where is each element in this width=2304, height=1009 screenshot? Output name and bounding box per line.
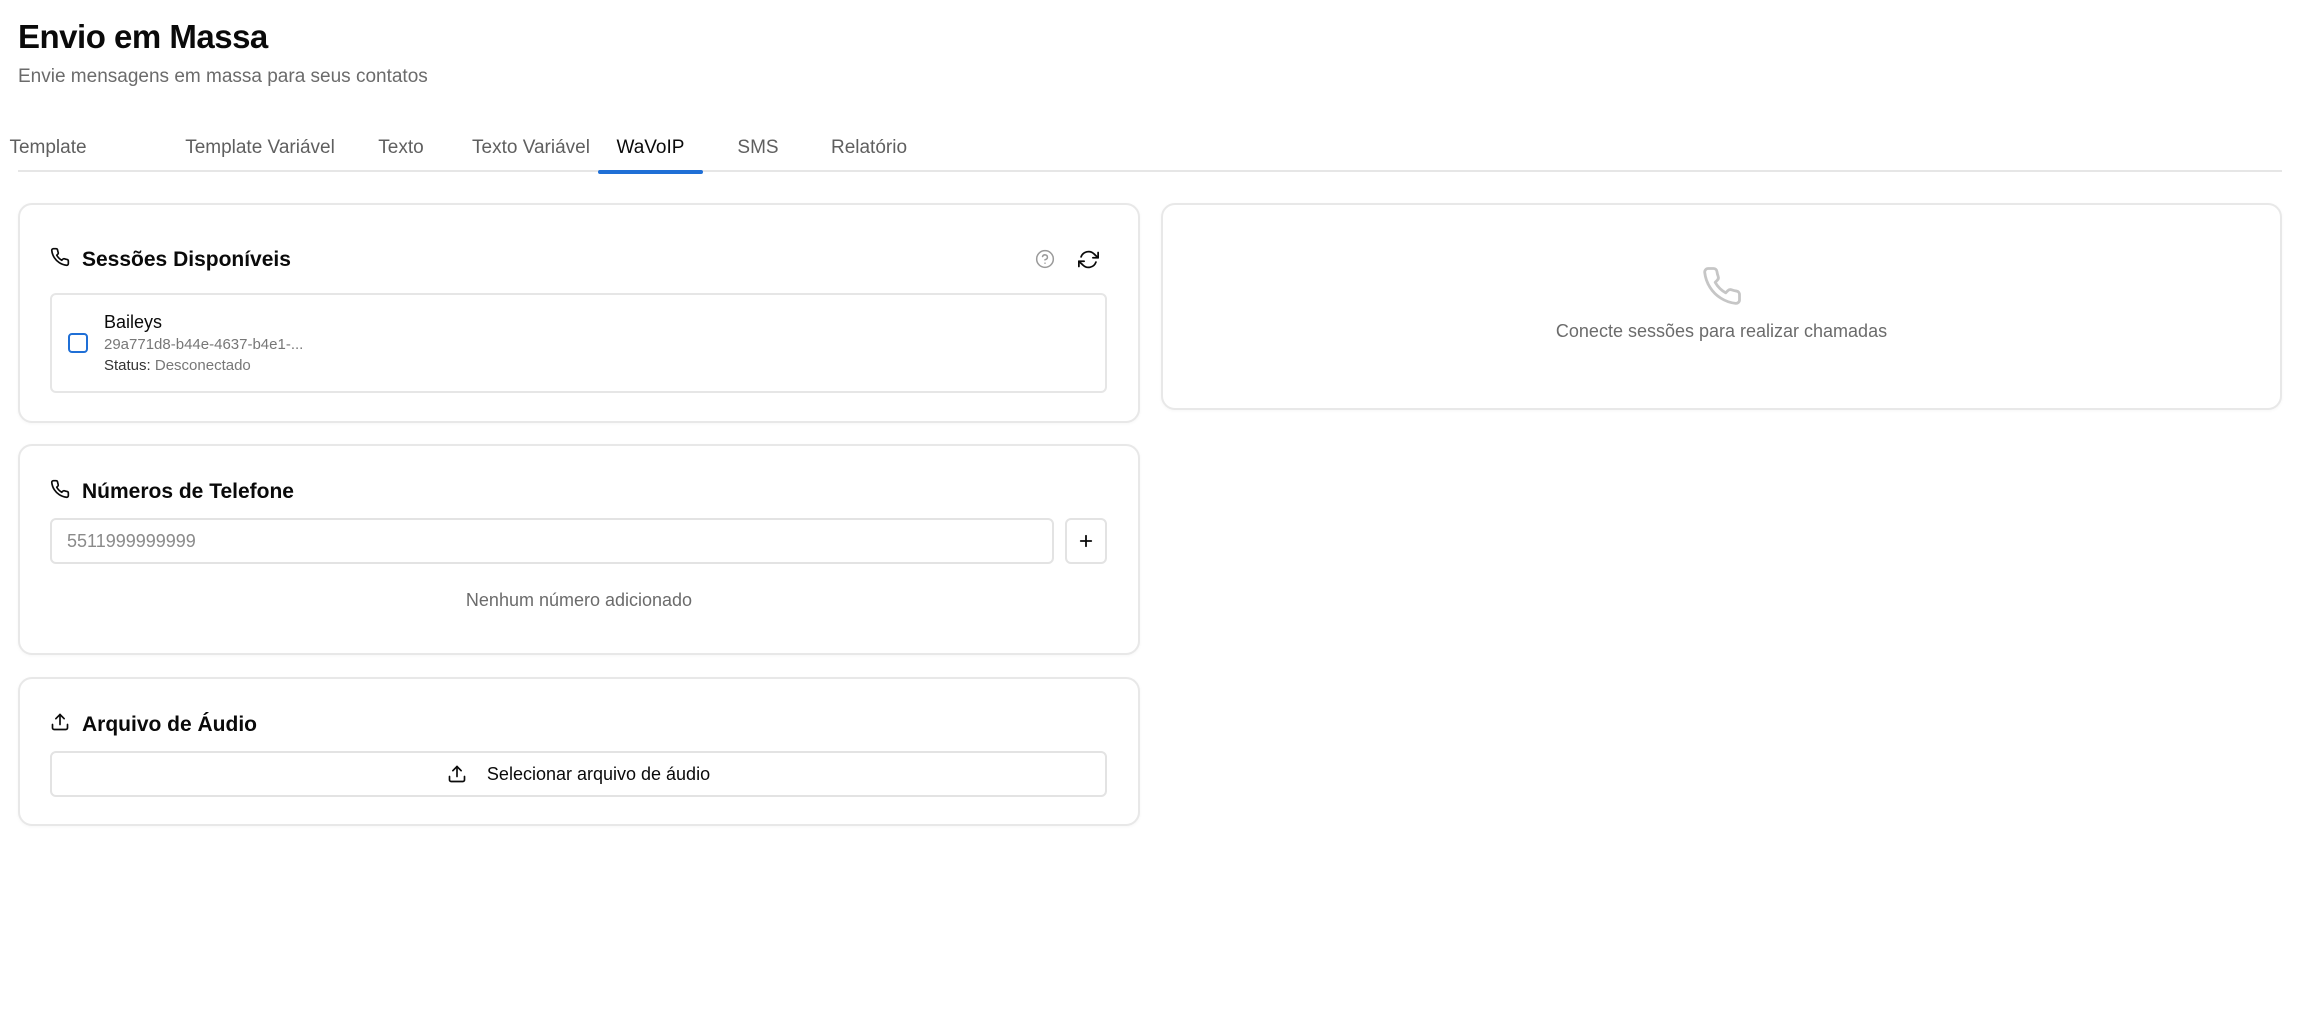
session-name: Baileys: [104, 312, 163, 332]
session-item[interactable]: Baileys 29a771d8-b44e-4637-b4e1-... Stat…: [50, 293, 1107, 393]
phone-icon: [1702, 267, 1741, 305]
tab-template[interactable]: Template: [9, 124, 86, 172]
audio-title-text: Arquivo de Áudio: [82, 713, 257, 736]
phones-card: Números de Telefone Nenhum número adicio…: [18, 444, 1140, 655]
phones-title: Números de Telefone: [50, 479, 294, 505]
session-status-label: Status:: [104, 357, 151, 374]
phones-title-text: Números de Telefone: [82, 480, 294, 503]
tab-wavoip[interactable]: WaVoIP: [598, 124, 703, 174]
sessions-title: Sessões Disponíveis: [50, 247, 291, 273]
tab-texto[interactable]: Texto: [358, 124, 444, 172]
session-status-value: Desconectado: [154, 357, 251, 374]
help-circle-icon[interactable]: [1028, 242, 1062, 276]
upload-icon: [50, 712, 70, 738]
session-status: Status: Desconectado: [104, 357, 251, 374]
refresh-icon[interactable]: [1071, 242, 1105, 276]
calls-empty-message: Conecte sessões para realizar chamadas: [1555, 321, 1888, 341]
phone-icon: [50, 247, 70, 273]
upload-icon: [448, 765, 466, 783]
page-subtitle: Envie mensagens em massa para seus conta…: [18, 66, 428, 87]
sessions-title-text: Sessões Disponíveis: [82, 248, 291, 271]
add-number-button[interactable]: [1065, 518, 1107, 564]
select-audio-button[interactable]: Selecionar arquivo de áudio: [50, 751, 1107, 797]
session-id: 29a771d8-b44e-4637-b4e1-...: [104, 336, 304, 353]
phones-empty-message: Nenhum número adicionado: [465, 590, 693, 610]
tab-template-variavel[interactable]: Template Variável: [163, 124, 357, 172]
sessions-card: Sessões Disponíveis Baileys 29a771d8-b44…: [18, 203, 1140, 423]
calls-empty-state: Conecte sessões para realizar chamadas: [1163, 265, 2280, 342]
calls-card: Conecte sessões para realizar chamadas: [1161, 203, 2282, 410]
audio-card: Arquivo de Áudio Selecionar arquivo de á…: [18, 677, 1140, 826]
plus-icon: [1079, 534, 1093, 548]
tab-relatorio[interactable]: Relatório: [799, 124, 939, 172]
tab-texto-variavel[interactable]: Texto Variável: [445, 124, 617, 172]
select-audio-label: Selecionar arquivo de áudio: [486, 763, 711, 784]
phone-number-input[interactable]: [50, 518, 1054, 564]
session-checkbox[interactable]: [68, 333, 88, 353]
tab-bar: Template Template Variável Texto Texto V…: [9, 124, 2282, 174]
phone-icon: [50, 479, 70, 505]
audio-title: Arquivo de Áudio: [50, 712, 257, 738]
page-title: Envio em Massa: [18, 18, 268, 55]
tab-sms[interactable]: SMS: [718, 124, 798, 172]
